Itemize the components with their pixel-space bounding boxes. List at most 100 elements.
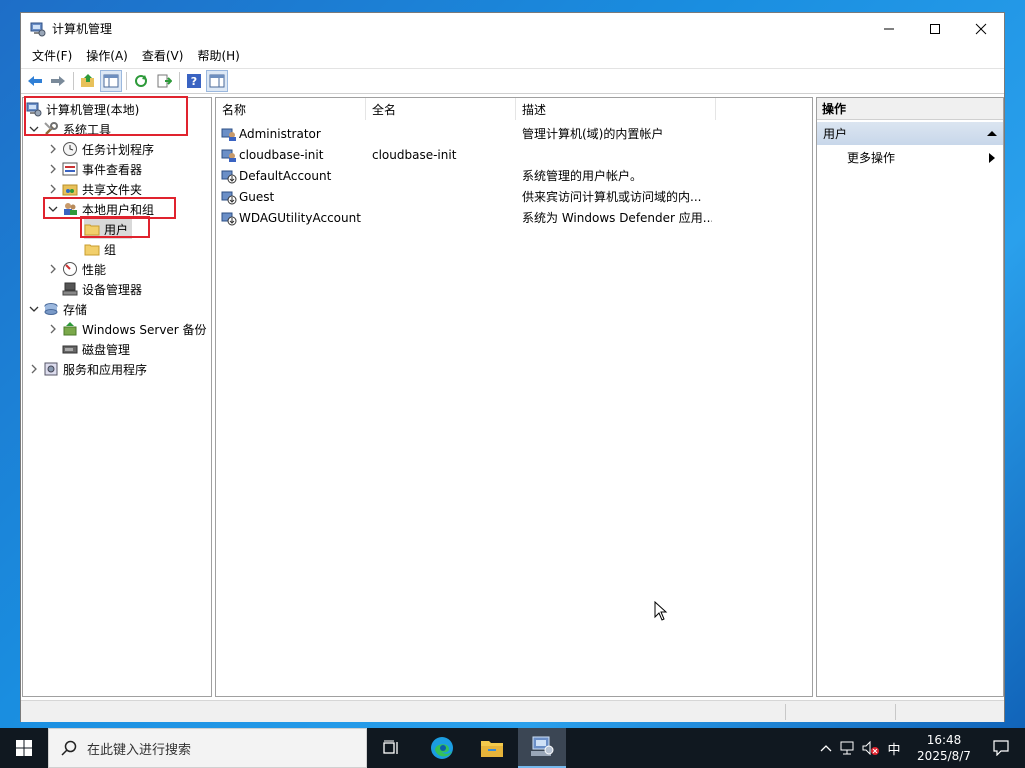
forward-button[interactable] (47, 70, 69, 92)
tree-shared-folders[interactable]: 共享文件夹 (47, 179, 142, 199)
chevron-right-icon[interactable] (47, 143, 59, 155)
tree-shared-folders-label: 共享文件夹 (82, 182, 143, 197)
tree-event-viewer[interactable]: 事件查看器 (47, 159, 142, 179)
tree-groups[interactable]: 组 (84, 239, 116, 259)
user-name: Administrator (239, 126, 321, 141)
export-list-icon (157, 74, 172, 88)
menu-help[interactable]: 帮助(H) (190, 45, 246, 66)
close-button[interactable] (958, 13, 1004, 44)
user-description: 供来宾访问计算机或访问域的内... (522, 190, 702, 204)
column-header-name[interactable]: 名称 (216, 98, 366, 120)
menu-action[interactable]: 操作(A) (79, 45, 135, 66)
user-fullname (372, 207, 516, 228)
up-folder-icon (81, 74, 94, 87)
title-bar: 计算机管理 (21, 13, 1004, 44)
file-explorer-button[interactable] (468, 728, 516, 768)
tree-performance[interactable]: 性能 (47, 259, 106, 279)
chevron-right-icon[interactable] (28, 363, 40, 375)
list-row[interactable]: Administrator 管理计算机(域)的内置帐户 (216, 123, 812, 144)
forward-arrow-icon (51, 76, 65, 86)
event-viewer-icon (62, 161, 78, 177)
network-icon (840, 741, 854, 755)
list-header: 名称 全名 描述 (216, 98, 812, 120)
chevron-down-icon[interactable] (28, 303, 40, 315)
backup-icon (62, 321, 78, 337)
refresh-icon (135, 75, 147, 87)
user-icon (221, 147, 237, 163)
user-description: 系统为 Windows Defender 应用... (522, 211, 712, 225)
refresh-button[interactable] (130, 70, 152, 92)
folder-icon (481, 741, 503, 757)
taskbar: 在此键入进行搜索 中 16:48 2025/8/7 (0, 728, 1025, 768)
notification-icon (993, 740, 1009, 756)
more-actions-label: 更多操作 (847, 150, 896, 165)
tree-event-viewer-label: 事件查看器 (82, 162, 143, 177)
column-header-description[interactable]: 描述 (516, 98, 716, 120)
notification-button[interactable] (977, 740, 1025, 756)
clock[interactable]: 16:48 2025/8/7 (911, 732, 977, 764)
tree-storage[interactable]: 存储 (28, 299, 87, 319)
user-name: WDAGUtilityAccount (239, 210, 361, 225)
minimize-button[interactable] (866, 13, 912, 44)
list-row[interactable]: cloudbase-init cloudbase-init (216, 144, 812, 165)
tree-device-manager[interactable]: 设备管理器 (62, 279, 142, 299)
user-icon (221, 126, 237, 142)
collapse-up-icon[interactable] (987, 130, 997, 137)
help-button[interactable]: ? (183, 70, 205, 92)
tree-windows-server-backup[interactable]: Windows Server 备份 (47, 319, 207, 339)
menu-file[interactable]: 文件(F) (25, 45, 79, 66)
task-view-button[interactable] (368, 728, 416, 768)
up-folder-button[interactable] (77, 70, 99, 92)
tree-services-apps[interactable]: 服务和应用程序 (28, 359, 147, 379)
chevron-right-icon[interactable] (47, 323, 59, 335)
show-hide-tree-button[interactable] (100, 70, 122, 92)
start-button[interactable] (0, 728, 48, 768)
chevron-up-icon (820, 745, 832, 752)
back-arrow-icon (28, 76, 42, 86)
actions-section-users[interactable]: 用户 (817, 122, 1003, 145)
windows-logo-icon (16, 740, 32, 756)
show-action-pane-button[interactable] (206, 70, 228, 92)
tree-task-scheduler[interactable]: 任务计划程序 (47, 139, 154, 159)
device-manager-icon (62, 281, 78, 297)
storage-icon (43, 301, 59, 317)
list-row[interactable]: WDAGUtilityAccount 系统为 Windows Defender … (216, 207, 812, 228)
clock-time: 16:48 (926, 733, 962, 747)
show-hidden-icons-button[interactable] (815, 744, 837, 752)
network-button[interactable] (837, 741, 859, 755)
taskbar-search-box[interactable]: 在此键入进行搜索 (48, 728, 367, 768)
clock-icon (62, 141, 78, 157)
mouse-cursor-icon (654, 601, 668, 621)
list-row[interactable]: Guest 供来宾访问计算机或访问域的内... (216, 186, 812, 207)
window-title: 计算机管理 (52, 22, 113, 36)
console-tree-icon (103, 74, 119, 88)
user-name: DefaultAccount (239, 168, 332, 183)
performance-icon (62, 261, 78, 277)
status-bar (21, 700, 1004, 722)
export-list-button[interactable] (153, 70, 175, 92)
volume-button[interactable] (859, 741, 883, 755)
menu-view[interactable]: 查看(V) (135, 45, 191, 66)
tree-disk-management[interactable]: 磁盘管理 (62, 339, 130, 359)
more-actions-item[interactable]: 更多操作 (817, 146, 1003, 168)
maximize-button[interactable] (912, 13, 958, 44)
column-header-fullname[interactable]: 全名 (366, 98, 516, 120)
user-name: Guest (239, 189, 275, 204)
disabled-user-icon (221, 210, 237, 226)
action-pane-icon (209, 74, 225, 88)
tree-device-manager-label: 设备管理器 (82, 282, 143, 297)
volume-muted-icon (862, 741, 879, 755)
back-button[interactable] (24, 70, 46, 92)
computer-management-taskbar-button[interactable] (518, 728, 566, 768)
chevron-right-icon[interactable] (47, 163, 59, 175)
user-name: cloudbase-init (239, 147, 324, 162)
toolbar: ? (21, 68, 1004, 94)
chevron-right-icon[interactable] (47, 263, 59, 275)
edge-browser-button[interactable] (418, 728, 466, 768)
ime-indicator[interactable]: 中 (883, 739, 905, 758)
submenu-arrow-icon (989, 153, 995, 163)
chevron-right-icon[interactable] (47, 183, 59, 195)
list-row[interactable]: DefaultAccount 系统管理的用户帐户。 (216, 165, 812, 186)
computer-management-icon (531, 736, 554, 756)
user-description: 系统管理的用户帐户。 (522, 169, 643, 183)
